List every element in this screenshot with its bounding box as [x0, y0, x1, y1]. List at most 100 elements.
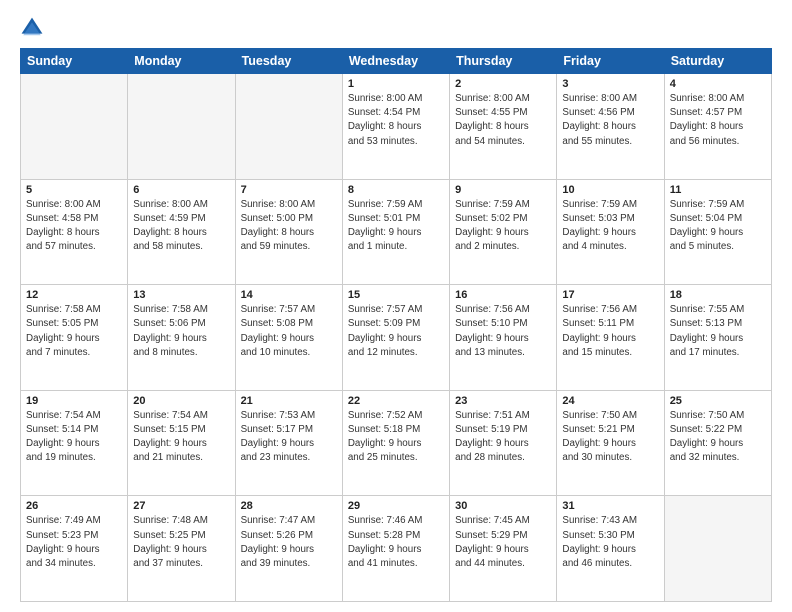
calendar-day-cell: 6Sunrise: 8:00 AM Sunset: 4:59 PM Daylig…	[128, 179, 235, 285]
calendar-week-row: 26Sunrise: 7:49 AM Sunset: 5:23 PM Dayli…	[21, 496, 772, 602]
calendar-day-cell: 7 Sunrise: 8:00 AM Sunset: 5:00 PM Daylig…	[235, 179, 342, 285]
day-info: Sunrise: 7:48 AM Sunset: 5:25 PM Dayligh…	[133, 514, 229, 571]
day-info: Sunrise: 7:57 AM Sunset: 5:08 PM Dayligh…	[241, 303, 337, 360]
day-info: Sunrise: 8:00 AM Sunset: 4:54 PM Dayligh…	[348, 92, 444, 149]
weekday-header-cell: Saturday	[664, 49, 771, 74]
weekday-header-cell: Friday	[557, 49, 664, 74]
calendar-day-cell: 29Sunrise: 7:46 AM Sunset: 5:28 PM Dayli…	[342, 496, 449, 602]
day-number: 27	[133, 500, 229, 512]
weekday-header-cell: Wednesday	[342, 49, 449, 74]
day-number: 10	[562, 184, 658, 196]
calendar-day-cell: 17 Sunrise: 7:56 AM Sunset: 5:11 PM Dayli…	[557, 285, 664, 391]
day-info: Sunrise: 8:00 AM Sunset: 4:59 PM Dayligh…	[133, 198, 229, 255]
day-number: 11	[670, 184, 766, 196]
calendar-day-cell	[664, 496, 771, 602]
day-info: Sunrise: 8:00 AM Sunset: 4:58 PM Dayligh…	[26, 198, 122, 255]
header	[20, 16, 772, 40]
calendar-day-cell: 18 Sunrise: 7:55 AM Sunset: 5:13 PM Dayli…	[664, 285, 771, 391]
calendar-day-cell: 16 Sunrise: 7:56 AM Sunset: 5:10 PM Dayli…	[450, 285, 557, 391]
day-number: 3	[562, 78, 658, 90]
day-number: 7	[241, 184, 337, 196]
calendar-week-row: 5 Sunrise: 8:00 AM Sunset: 4:58 PM Daylig…	[21, 179, 772, 285]
day-info: Sunrise: 7:55 AM Sunset: 5:13 PM Dayligh…	[670, 303, 766, 360]
calendar-day-cell: 26Sunrise: 7:49 AM Sunset: 5:23 PM Dayli…	[21, 496, 128, 602]
day-number: 24	[562, 395, 658, 407]
day-info: Sunrise: 7:52 AM Sunset: 5:18 PM Dayligh…	[348, 409, 444, 466]
calendar-day-cell: 9 Sunrise: 7:59 AM Sunset: 5:02 PM Daylig…	[450, 179, 557, 285]
day-number: 13	[133, 289, 229, 301]
day-info: Sunrise: 7:58 AM Sunset: 5:06 PM Dayligh…	[133, 303, 229, 360]
calendar-day-cell: 21 Sunrise: 7:53 AM Sunset: 5:17 PM Dayli…	[235, 390, 342, 496]
day-info: Sunrise: 7:51 AM Sunset: 5:19 PM Dayligh…	[455, 409, 551, 466]
day-number: 9	[455, 184, 551, 196]
day-info: Sunrise: 7:50 AM Sunset: 5:22 PM Dayligh…	[670, 409, 766, 466]
day-number: 21	[241, 395, 337, 407]
day-number: 5	[26, 184, 122, 196]
calendar-day-cell: 15Sunrise: 7:57 AM Sunset: 5:09 PM Dayli…	[342, 285, 449, 391]
weekday-header-cell: Tuesday	[235, 49, 342, 74]
day-info: Sunrise: 7:56 AM Sunset: 5:11 PM Dayligh…	[562, 303, 658, 360]
day-info: Sunrise: 7:59 AM Sunset: 5:04 PM Dayligh…	[670, 198, 766, 255]
day-number: 1	[348, 78, 444, 90]
day-info: Sunrise: 7:59 AM Sunset: 5:02 PM Dayligh…	[455, 198, 551, 255]
day-number: 12	[26, 289, 122, 301]
calendar-day-cell: 19 Sunrise: 7:54 AM Sunset: 5:14 PM Dayli…	[21, 390, 128, 496]
day-info: Sunrise: 7:53 AM Sunset: 5:17 PM Dayligh…	[241, 409, 337, 466]
day-number: 17	[562, 289, 658, 301]
calendar-week-row: 1 Sunrise: 8:00 AM Sunset: 4:54 PM Daylig…	[21, 74, 772, 180]
day-info: Sunrise: 7:59 AM Sunset: 5:01 PM Dayligh…	[348, 198, 444, 255]
calendar-day-cell: 4 Sunrise: 8:00 AM Sunset: 4:57 PM Daylig…	[664, 74, 771, 180]
calendar-day-cell: 1 Sunrise: 8:00 AM Sunset: 4:54 PM Daylig…	[342, 74, 449, 180]
calendar-day-cell: 24 Sunrise: 7:50 AM Sunset: 5:21 PM Dayli…	[557, 390, 664, 496]
calendar-day-cell: 14 Sunrise: 7:57 AM Sunset: 5:08 PM Dayli…	[235, 285, 342, 391]
calendar-week-row: 19 Sunrise: 7:54 AM Sunset: 5:14 PM Dayli…	[21, 390, 772, 496]
day-info: Sunrise: 7:54 AM Sunset: 5:15 PM Dayligh…	[133, 409, 229, 466]
day-info: Sunrise: 7:56 AM Sunset: 5:10 PM Dayligh…	[455, 303, 551, 360]
day-number: 18	[670, 289, 766, 301]
day-number: 28	[241, 500, 337, 512]
day-number: 16	[455, 289, 551, 301]
day-info: Sunrise: 7:47 AM Sunset: 5:26 PM Dayligh…	[241, 514, 337, 571]
day-info: Sunrise: 7:54 AM Sunset: 5:14 PM Dayligh…	[26, 409, 122, 466]
day-info: Sunrise: 7:43 AM Sunset: 5:30 PM Dayligh…	[562, 514, 658, 571]
calendar-day-cell: 20Sunrise: 7:54 AM Sunset: 5:15 PM Dayli…	[128, 390, 235, 496]
day-number: 8	[348, 184, 444, 196]
calendar-day-cell: 3 Sunrise: 8:00 AM Sunset: 4:56 PM Daylig…	[557, 74, 664, 180]
calendar-day-cell: 8 Sunrise: 7:59 AM Sunset: 5:01 PM Daylig…	[342, 179, 449, 285]
day-number: 2	[455, 78, 551, 90]
day-info: Sunrise: 7:59 AM Sunset: 5:03 PM Dayligh…	[562, 198, 658, 255]
day-info: Sunrise: 8:00 AM Sunset: 4:55 PM Dayligh…	[455, 92, 551, 149]
calendar-day-cell	[235, 74, 342, 180]
calendar-day-cell: 30Sunrise: 7:45 AM Sunset: 5:29 PM Dayli…	[450, 496, 557, 602]
day-number: 14	[241, 289, 337, 301]
weekday-header-cell: Sunday	[21, 49, 128, 74]
page: SundayMondayTuesdayWednesdayThursdayFrid…	[0, 0, 792, 612]
day-info: Sunrise: 7:49 AM Sunset: 5:23 PM Dayligh…	[26, 514, 122, 571]
calendar-day-cell: 22 Sunrise: 7:52 AM Sunset: 5:18 PM Dayli…	[342, 390, 449, 496]
calendar-day-cell: 11 Sunrise: 7:59 AM Sunset: 5:04 PM Dayli…	[664, 179, 771, 285]
day-number: 19	[26, 395, 122, 407]
day-number: 31	[562, 500, 658, 512]
day-info: Sunrise: 8:00 AM Sunset: 4:56 PM Dayligh…	[562, 92, 658, 149]
logo-icon	[20, 16, 44, 40]
day-number: 25	[670, 395, 766, 407]
day-info: Sunrise: 8:00 AM Sunset: 5:00 PM Dayligh…	[241, 198, 337, 255]
calendar-table: SundayMondayTuesdayWednesdayThursdayFrid…	[20, 48, 772, 602]
day-info: Sunrise: 7:45 AM Sunset: 5:29 PM Dayligh…	[455, 514, 551, 571]
calendar-day-cell: 10 Sunrise: 7:59 AM Sunset: 5:03 PM Dayli…	[557, 179, 664, 285]
day-number: 15	[348, 289, 444, 301]
calendar-day-cell: 2 Sunrise: 8:00 AM Sunset: 4:55 PM Daylig…	[450, 74, 557, 180]
day-number: 29	[348, 500, 444, 512]
day-info: Sunrise: 7:50 AM Sunset: 5:21 PM Dayligh…	[562, 409, 658, 466]
day-number: 22	[348, 395, 444, 407]
calendar-day-cell: 13 Sunrise: 7:58 AM Sunset: 5:06 PM Dayli…	[128, 285, 235, 391]
weekday-header-row: SundayMondayTuesdayWednesdayThursdayFrid…	[21, 49, 772, 74]
day-number: 4	[670, 78, 766, 90]
day-number: 23	[455, 395, 551, 407]
calendar-day-cell: 12 Sunrise: 7:58 AM Sunset: 5:05 PM Dayli…	[21, 285, 128, 391]
calendar-day-cell: 27 Sunrise: 7:48 AM Sunset: 5:25 PM Dayli…	[128, 496, 235, 602]
calendar-day-cell: 5 Sunrise: 8:00 AM Sunset: 4:58 PM Daylig…	[21, 179, 128, 285]
day-info: Sunrise: 8:00 AM Sunset: 4:57 PM Dayligh…	[670, 92, 766, 149]
logo	[20, 16, 48, 40]
day-info: Sunrise: 7:58 AM Sunset: 5:05 PM Dayligh…	[26, 303, 122, 360]
